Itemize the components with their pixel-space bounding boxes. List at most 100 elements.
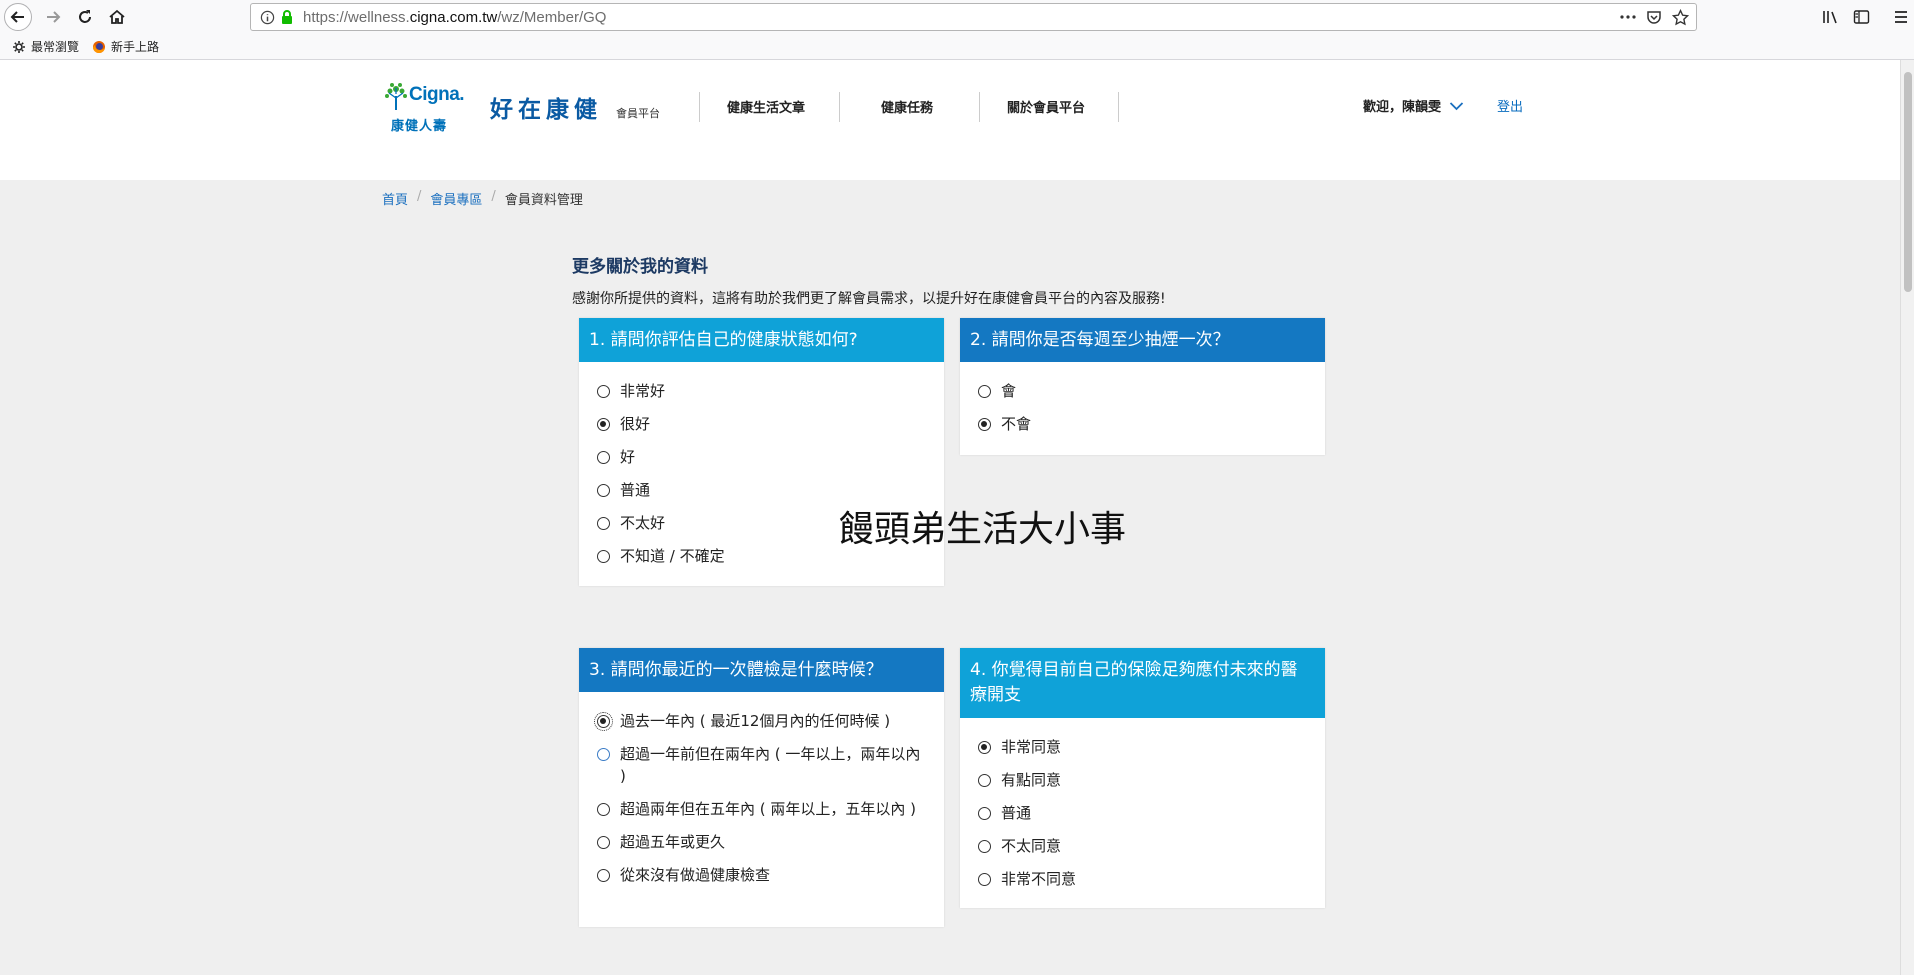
radio-button[interactable] (597, 869, 610, 882)
option-item[interactable]: 很好 (597, 413, 944, 435)
option-label: 非常不同意 (1001, 870, 1077, 888)
reload-button[interactable] (72, 4, 98, 30)
nav-item-tasks[interactable]: 健康任務 (881, 97, 933, 116)
question-title-2: 2. 請問你是否每週至少抽煙一次？ (960, 318, 1325, 362)
option-label: 會 (1001, 382, 1017, 400)
pocket-icon[interactable] (1646, 9, 1662, 25)
gear-icon (13, 40, 25, 53)
site-name[interactable]: 好在康健 (490, 90, 602, 124)
bookmark-label: 新手上路 (111, 40, 160, 54)
radio-button[interactable] (597, 451, 610, 464)
option-item[interactable]: 非常不同意 (978, 868, 1325, 890)
question-title-1: 1. 請問你評估自己的健康狀態如何? (579, 318, 944, 362)
sidebar-icon[interactable] (1853, 9, 1870, 25)
cigna-logo[interactable]: Cigna. 康健人壽 (383, 82, 473, 134)
option-label: 不知道 / 不確定 (620, 547, 725, 565)
option-item[interactable]: 從來沒有做過健康檢查 (597, 864, 930, 886)
option-item[interactable]: 普通 (597, 479, 944, 501)
option-list-4: 非常同意 有點同意 普通 不太同意 非常不同意 (960, 718, 1325, 890)
radio-button[interactable] (978, 807, 991, 820)
forward-button[interactable] (40, 4, 66, 30)
option-label: 從來沒有做過健康檢查 (620, 866, 771, 884)
reload-icon (79, 10, 91, 23)
option-label: 過去一年內 ( 最近12個月內的任何時候 ) (620, 712, 891, 730)
question-card-3: 3. 請問你最近的一次體檢是什麼時候？ 過去一年內 ( 最近12個月內的任何時候… (579, 648, 944, 927)
nav-divider (1118, 92, 1119, 122)
radio-button[interactable] (978, 774, 991, 787)
option-item[interactable]: 好 (597, 446, 944, 468)
breadcrumb: 首頁 / 會員專區 / 會員資料管理 (382, 189, 583, 208)
back-button[interactable] (4, 3, 32, 31)
option-label: 非常同意 (1001, 738, 1062, 756)
option-item[interactable]: 普通 (978, 802, 1325, 824)
radio-button[interactable] (978, 385, 991, 398)
option-item[interactable]: 超過一年前但在兩年內 ( 一年以上，兩年以內 ) (597, 743, 930, 787)
option-item[interactable]: 超過兩年但在五年內 ( 兩年以上，五年以內 ) (597, 798, 930, 820)
question-card-4: 4. 你覺得目前自己的保險足夠應付未來的醫療開支 非常同意 有點同意 普通 不太… (960, 648, 1325, 908)
nav-divider (839, 92, 840, 122)
option-item[interactable]: 非常同意 (978, 736, 1325, 758)
url-bar[interactable]: https://wellness.cigna.com.tw/wz/Member/… (250, 3, 1697, 31)
page-scrollbar[interactable] (1900, 60, 1914, 975)
intro-text: 感謝你所提供的資料，這將有助於我們更了解會員需求，以提升好在康健會員平台的內容及… (572, 291, 1166, 307)
bookmark-most-visited[interactable]: 最常瀏覽 (12, 38, 79, 55)
site-header: Cigna. 康健人壽 好在康健 會員平台 健康生活文章 健康任務 關於會員平台… (0, 60, 1900, 180)
option-label: 超過一年前但在兩年內 ( 一年以上，兩年以內 ) (620, 745, 921, 785)
option-item[interactable]: 超過五年或更久 (597, 831, 930, 853)
breadcrumb-member-area[interactable]: 會員專區 (430, 189, 482, 208)
info-icon (260, 10, 275, 25)
radio-button[interactable] (597, 803, 610, 816)
radio-button[interactable] (597, 484, 610, 497)
radio-button-selected[interactable] (978, 741, 991, 754)
radio-button[interactable] (597, 517, 610, 530)
option-label: 很好 (620, 415, 651, 433)
option-item[interactable]: 不會 (978, 413, 1325, 435)
radio-button-selected[interactable] (594, 712, 613, 731)
browser-toolbar: https://wellness.cigna.com.tw/wz/Member/… (0, 0, 1914, 34)
option-label: 不太好 (620, 514, 666, 532)
question-title-4: 4. 你覺得目前自己的保險足夠應付未來的醫療開支 (960, 648, 1325, 718)
tree-logo-icon (385, 83, 407, 110)
bookmark-getting-started[interactable]: 新手上路 (92, 38, 159, 55)
option-item[interactable]: 過去一年內 ( 最近12個月內的任何時候 ) (594, 710, 930, 732)
option-item[interactable]: 有點同意 (978, 769, 1325, 791)
option-label: 不太同意 (1001, 837, 1062, 855)
url-text: https://wellness.cigna.com.tw/wz/Member/… (303, 9, 607, 26)
radio-button-selected[interactable] (597, 418, 610, 431)
radio-button[interactable] (597, 550, 610, 563)
welcome-text: 歡迎，陳韻雯 (1363, 100, 1442, 115)
radio-button[interactable] (597, 836, 610, 849)
bookmarks-bar: 最常瀏覽 新手上路 (0, 34, 1914, 60)
page-title: 更多關於我的資料 (572, 257, 708, 277)
radio-button[interactable] (978, 840, 991, 853)
option-item[interactable]: 會 (978, 380, 1325, 402)
radio-button[interactable] (597, 385, 610, 398)
radio-button[interactable] (597, 748, 610, 761)
firefox-icon (93, 40, 105, 53)
nav-item-articles[interactable]: 健康生活文章 (727, 97, 805, 116)
radio-button-selected[interactable] (978, 418, 991, 431)
arrow-right-icon (47, 11, 61, 23)
radio-button[interactable] (978, 873, 991, 886)
question-card-2: 2. 請問你是否每週至少抽煙一次？ 會 不會 (960, 318, 1325, 455)
breadcrumb-home[interactable]: 首頁 (382, 189, 408, 208)
question-title-3: 3. 請問你最近的一次體檢是什麼時候？ (579, 648, 944, 692)
user-menu[interactable]: 歡迎，陳韻雯 (1363, 96, 1464, 115)
option-label: 普通 (620, 481, 651, 499)
library-icon[interactable] (1822, 9, 1839, 25)
scrollbar-thumb[interactable] (1904, 72, 1912, 292)
menu-icon[interactable] (1893, 9, 1909, 25)
option-label: 有點同意 (1001, 771, 1062, 789)
option-label: 非常好 (620, 382, 666, 400)
watermark-text: 饅頭弟生活大小事 (838, 509, 1127, 550)
logout-link[interactable]: 登出 (1497, 96, 1523, 115)
home-icon (109, 9, 125, 24)
option-list-2: 會 不會 (960, 362, 1325, 435)
option-item[interactable]: 不太同意 (978, 835, 1325, 857)
nav-item-about[interactable]: 關於會員平台 (1007, 97, 1085, 116)
home-button[interactable] (104, 4, 130, 30)
nav-divider (979, 92, 980, 122)
bookmark-star-icon[interactable] (1672, 9, 1689, 26)
more-actions-icon[interactable] (1619, 11, 1637, 23)
option-item[interactable]: 非常好 (597, 380, 944, 402)
